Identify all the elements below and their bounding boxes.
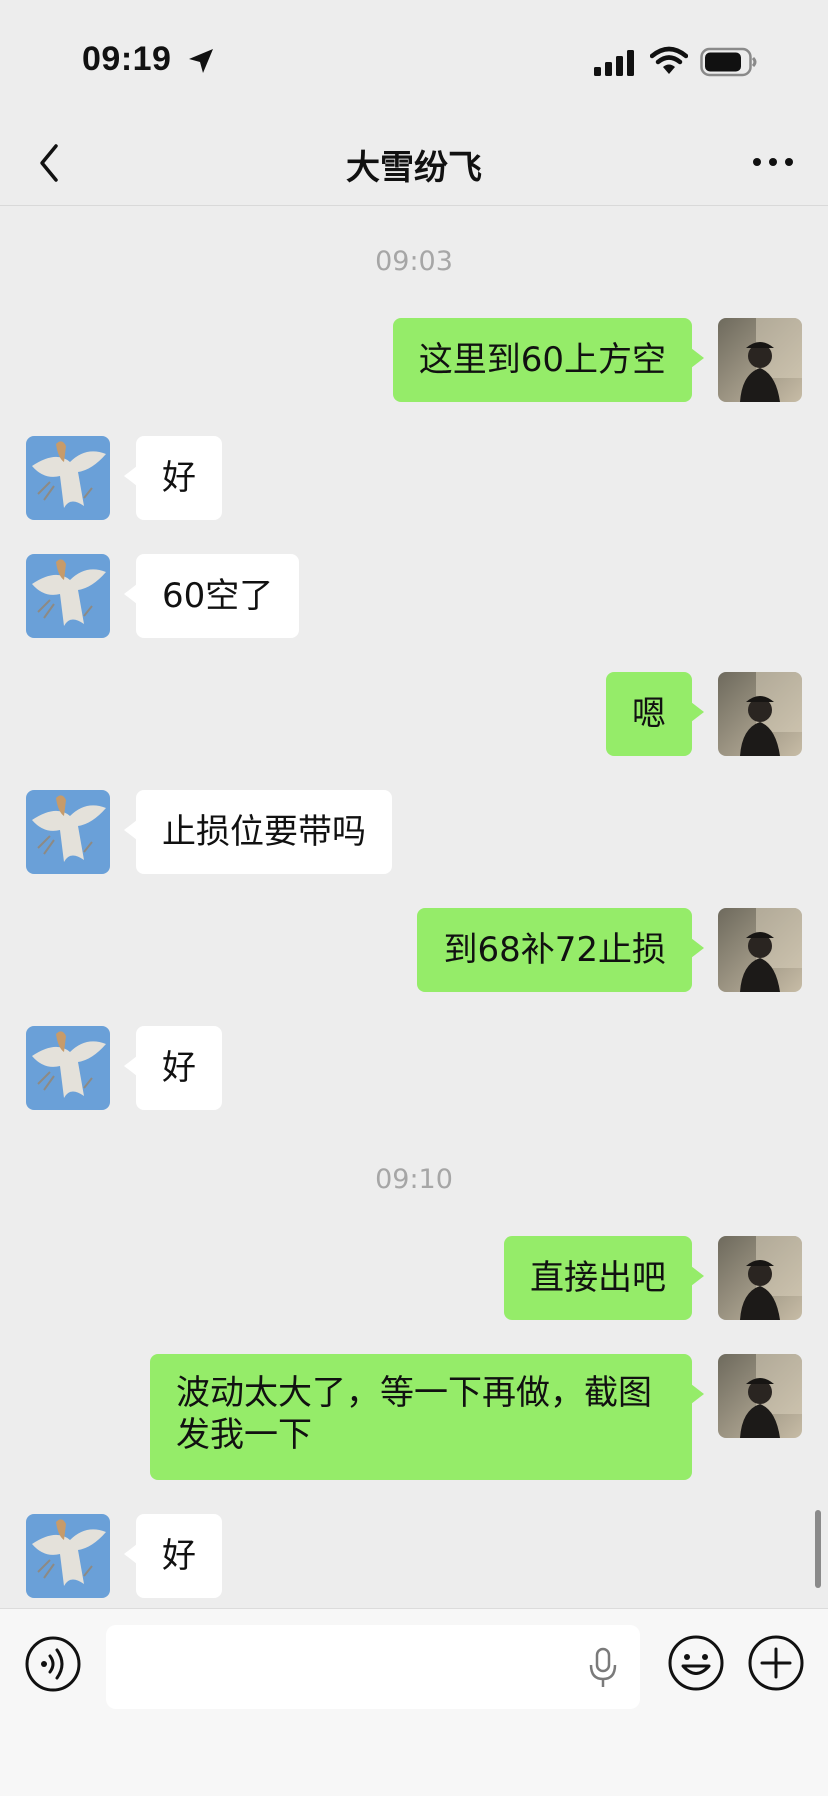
plus-icon[interactable] <box>746 1633 806 1693</box>
mic-icon[interactable] <box>586 1647 620 1689</box>
my-message-bubble[interactable]: 直接出吧 <box>504 1236 704 1320</box>
peer-message-bubble[interactable]: 好 <box>124 1514 222 1598</box>
message-input[interactable] <box>106 1625 640 1709</box>
my-message-bubble[interactable]: 到68补72止损 <box>417 908 704 992</box>
peer-avatar[interactable] <box>26 790 110 874</box>
status-bar: 09:19 <box>0 0 828 120</box>
my-message-bubble[interactable]: 波动太大了，等一下再做，截图发我一下 <box>150 1354 704 1480</box>
location-arrow-icon <box>189 49 213 73</box>
peer-avatar[interactable] <box>26 554 110 638</box>
wifi-icon <box>650 46 688 74</box>
chat-messages[interactable]: 09:03 这里到60上方空 好 60空了 嗯 止损位要带吗 到68补72止损 … <box>0 206 828 1608</box>
timestamp: 09:03 <box>375 246 453 277</box>
my-avatar[interactable] <box>718 1236 802 1320</box>
chat-header: 大雪纷飞 <box>0 120 828 206</box>
peer-message-bubble[interactable]: 止损位要带吗 <box>124 790 392 874</box>
chat-title: 大雪纷飞 <box>346 148 482 188</box>
input-bar <box>0 1608 828 1796</box>
peer-message-bubble[interactable]: 60空了 <box>123 554 300 638</box>
peer-avatar[interactable] <box>26 1026 110 1110</box>
more-button[interactable] <box>748 140 798 184</box>
emoji-icon[interactable] <box>666 1633 726 1693</box>
my-message-bubble[interactable]: 嗯 <box>606 672 704 756</box>
my-avatar[interactable] <box>718 908 802 992</box>
scrollbar[interactable] <box>815 1510 821 1588</box>
cellular-signal-icon <box>594 50 634 76</box>
my-avatar[interactable] <box>718 318 802 402</box>
battery-icon <box>700 47 757 77</box>
peer-message-bubble[interactable]: 好 <box>124 436 222 520</box>
my-message-bubble[interactable]: 这里到60上方空 <box>392 318 705 402</box>
my-avatar[interactable] <box>718 1354 802 1438</box>
my-avatar[interactable] <box>718 672 802 756</box>
status-time: 09:19 <box>82 40 172 78</box>
peer-avatar[interactable] <box>26 436 110 520</box>
voice-icon[interactable] <box>24 1635 82 1693</box>
timestamp: 09:10 <box>375 1164 453 1195</box>
peer-message-bubble[interactable]: 好 <box>124 1026 222 1110</box>
peer-avatar[interactable] <box>26 1514 110 1598</box>
